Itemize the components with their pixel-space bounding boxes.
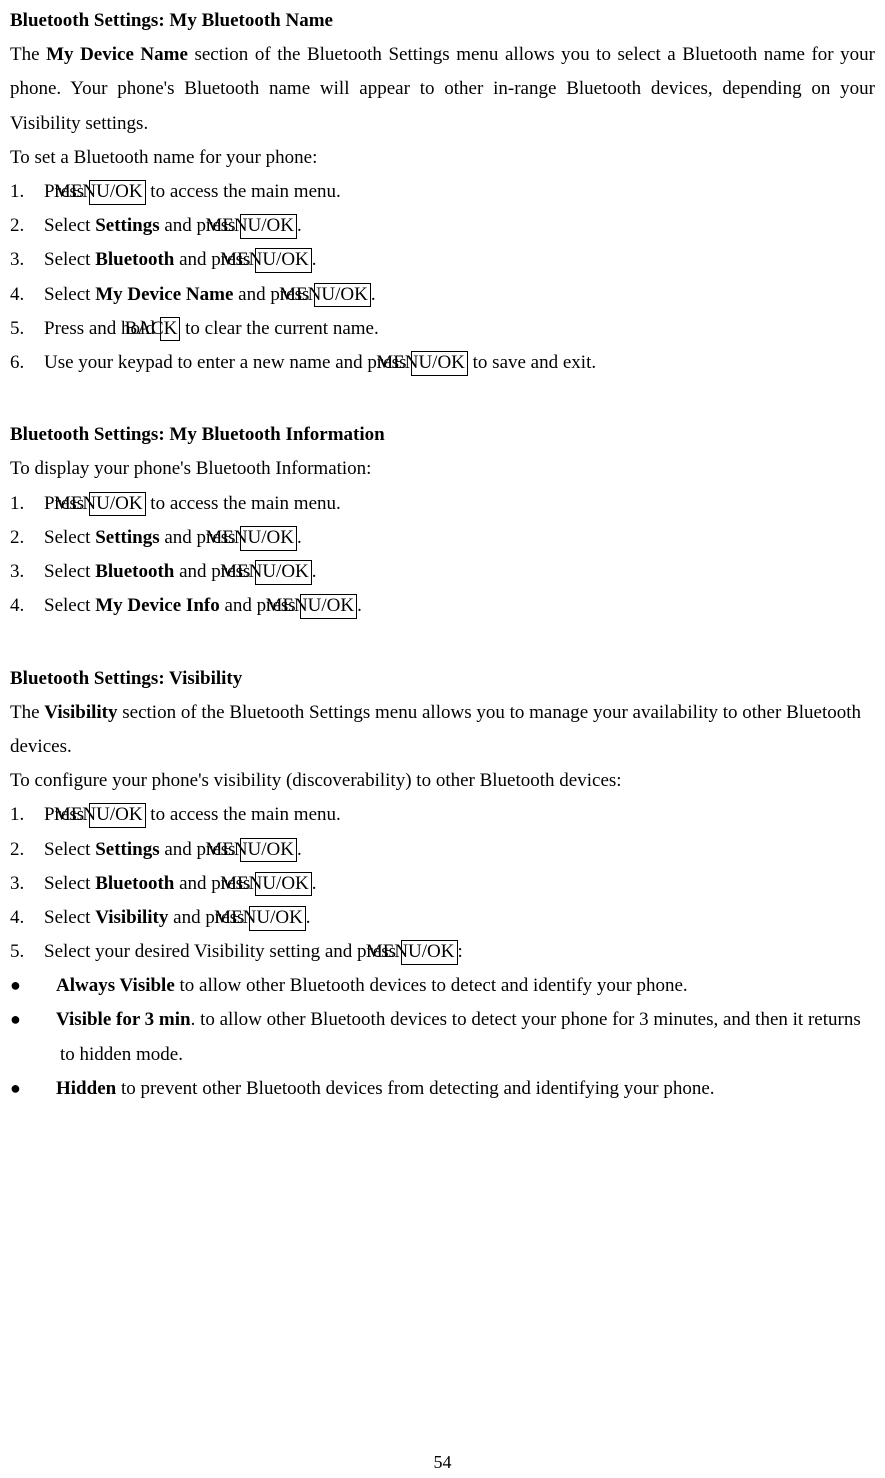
text: The <box>10 702 44 723</box>
option-hidden: ●Hidden to prevent other Bluetooth devic… <box>10 1072 875 1106</box>
step: 4.Select Visibility and press MENU/OK. <box>10 901 875 935</box>
step: 5.Press and hold BACK to clear the curre… <box>10 312 875 346</box>
text: . <box>312 249 317 270</box>
text-bold: Settings <box>95 215 159 236</box>
text: Select <box>44 907 95 928</box>
text: Select <box>44 873 95 894</box>
step: 4.Select My Device Info and press MENU/O… <box>10 589 875 623</box>
text-bold: My Device Info <box>95 595 220 616</box>
key-box: MENU/OK <box>89 180 146 205</box>
text: to clear the current name. <box>180 318 378 339</box>
key-box: MENU/OK <box>255 560 312 585</box>
step: 5.Select your desired Visibility setting… <box>10 935 875 969</box>
page-number: 54 <box>10 1446 875 1478</box>
text: Select <box>44 527 95 548</box>
key-box: MENU/OK <box>255 248 312 273</box>
text: Select <box>44 284 95 305</box>
key-box: MENU/OK <box>401 940 458 965</box>
text-bold: My Device Name <box>46 44 188 65</box>
text-bold: Visibility <box>95 907 168 928</box>
key-box: MENU/OK <box>240 526 297 551</box>
key-box: MENU/OK <box>249 906 306 931</box>
step: 6.Use your keypad to enter a new name an… <box>10 346 875 380</box>
key-box: MENU/OK <box>411 351 468 376</box>
text: . <box>306 907 311 928</box>
step: 3.Select Bluetooth and press MENU/OK. <box>10 243 875 277</box>
text: . <box>297 215 302 236</box>
lead-text-2: To display your phone's Bluetooth Inform… <box>10 452 875 486</box>
step: 4.Select My Device Name and press MENU/O… <box>10 278 875 312</box>
step: 1.Press MENU/OK to access the main menu. <box>10 175 875 209</box>
step: 1.Press MENU/OK to access the main menu. <box>10 798 875 832</box>
text-bold: Bluetooth <box>95 873 174 894</box>
option-always-visible: ●Always Visible to allow other Bluetooth… <box>10 969 875 1003</box>
heading-bluetooth-visibility: Bluetooth Settings: Visibility <box>10 662 875 696</box>
key-box: MENU/OK <box>314 283 371 308</box>
text-bold: Visible for 3 min <box>56 1009 191 1030</box>
steps-list-2: 1.Press MENU/OK to access the main menu.… <box>10 487 875 624</box>
lead-text-3: To configure your phone's visibility (di… <box>10 764 875 798</box>
step: 3.Select Bluetooth and press MENU/OK. <box>10 555 875 589</box>
text: The <box>10 44 46 65</box>
visibility-options: ●Always Visible to allow other Bluetooth… <box>10 969 875 1106</box>
text: to allow other Bluetooth devices to dete… <box>175 975 688 996</box>
text: Use your keypad to enter a new name and … <box>44 352 411 373</box>
text: to save and exit. <box>468 352 596 373</box>
text: . <box>312 561 317 582</box>
step: 3.Select Bluetooth and press MENU/OK. <box>10 867 875 901</box>
text-bold: My Device Name <box>95 284 233 305</box>
text: Select <box>44 249 95 270</box>
key-box: MENU/OK <box>89 492 146 517</box>
option-visible-3min: ●Visible for 3 min. to allow other Bluet… <box>10 1003 875 1071</box>
key-box: BACK <box>160 317 181 342</box>
steps-list-3: 1.Press MENU/OK to access the main menu.… <box>10 798 875 969</box>
text: Select <box>44 595 95 616</box>
steps-list-1: 1.Press MENU/OK to access the main menu.… <box>10 175 875 380</box>
key-box: MENU/OK <box>255 872 312 897</box>
key-box: MENU/OK <box>89 803 146 828</box>
text-bold: Settings <box>95 839 159 860</box>
text: section of the Bluetooth Settings menu a… <box>10 702 861 757</box>
key-box: MENU/OK <box>240 838 297 863</box>
text: Select your desired Visibility setting a… <box>44 941 401 962</box>
text: Select <box>44 839 95 860</box>
key-box: MENU/OK <box>240 214 297 239</box>
text: . <box>357 595 362 616</box>
text-bold: Hidden <box>56 1078 116 1099</box>
text: . <box>297 839 302 860</box>
text: . <box>297 527 302 548</box>
step: 2.Select Settings and press MENU/OK. <box>10 833 875 867</box>
text: to access the main menu. <box>146 181 341 202</box>
text: . <box>371 284 376 305</box>
text: Select <box>44 561 95 582</box>
text: : <box>458 941 463 962</box>
heading-bluetooth-info: Bluetooth Settings: My Bluetooth Informa… <box>10 418 875 452</box>
key-box: MENU/OK <box>300 594 357 619</box>
text: to prevent other Bluetooth devices from … <box>116 1078 714 1099</box>
text-bold: Visibility <box>44 702 117 723</box>
text-bold: Bluetooth <box>95 561 174 582</box>
text: to access the main menu. <box>146 804 341 825</box>
text: Select <box>44 215 95 236</box>
lead-text-1: To set a Bluetooth name for your phone: <box>10 141 875 175</box>
intro-paragraph-1: The My Device Name section of the Blueto… <box>10 38 875 141</box>
text-bold: Settings <box>95 527 159 548</box>
text: . <box>312 873 317 894</box>
step: 2.Select Settings and press MENU/OK. <box>10 209 875 243</box>
step: 2.Select Settings and press MENU/OK. <box>10 521 875 555</box>
step: 1.Press MENU/OK to access the main menu. <box>10 487 875 521</box>
heading-bluetooth-name: Bluetooth Settings: My Bluetooth Name <box>10 4 875 38</box>
text-bold: Always Visible <box>56 975 175 996</box>
text: to access the main menu. <box>146 493 341 514</box>
text-bold: Bluetooth <box>95 249 174 270</box>
intro-paragraph-3: The Visibility section of the Bluetooth … <box>10 696 875 764</box>
